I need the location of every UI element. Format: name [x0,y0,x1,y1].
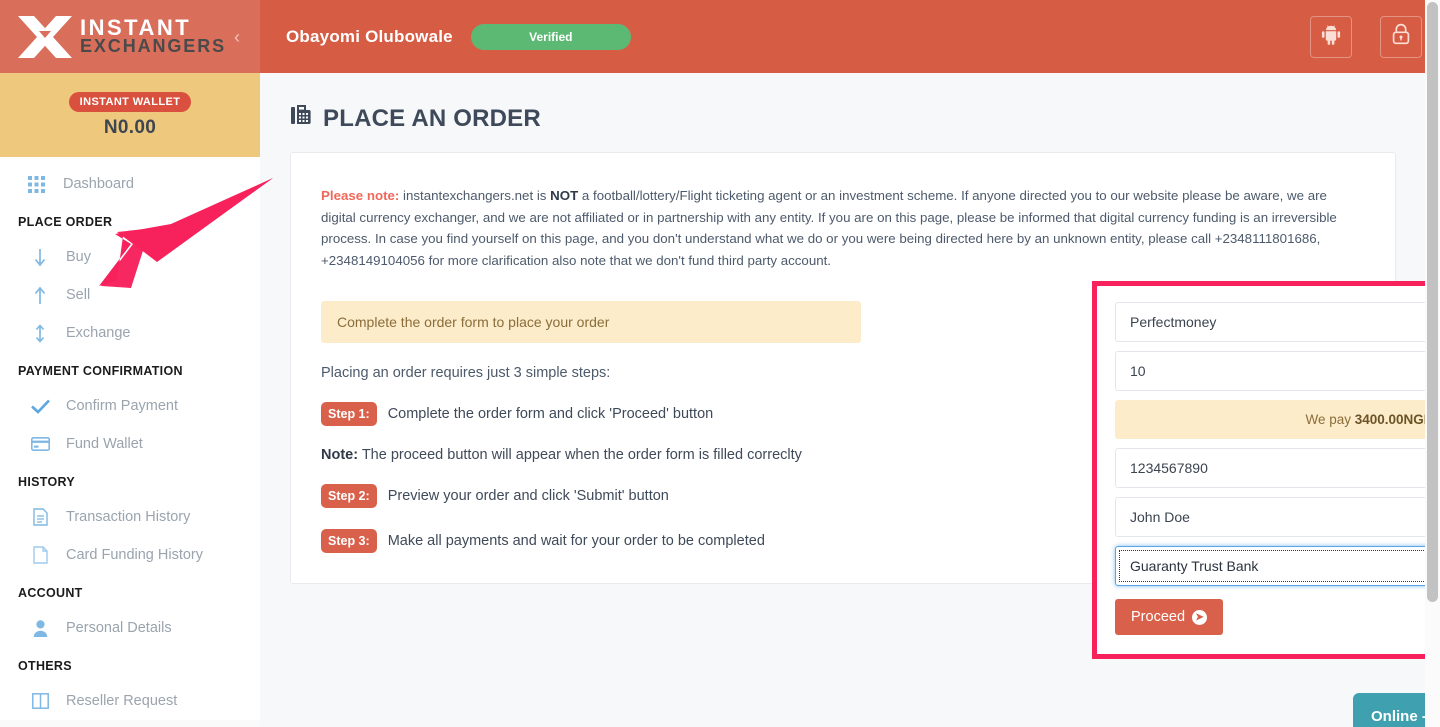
amount-input[interactable] [1115,351,1440,391]
instant-wallet-panel: INSTANT WALLET N0.00 [0,73,260,157]
sidebar-item-label: Exchange [66,325,131,341]
sidebar-item-reseller-request[interactable]: Reseller Request [0,682,260,720]
disclaimer-note: Please note: instantexchangers.net is NO… [321,185,1365,271]
sidebar-item-label: Personal Details [66,620,172,636]
sidebar-item-exchange[interactable]: Exchange [0,314,260,352]
logo[interactable]: INSTANT EXCHANGERS [16,14,228,60]
chevron-left-icon[interactable]: ‹ [228,22,246,52]
sidebar-item-recommendations[interactable]: Recommendations [0,720,260,727]
disclaimer-part1: instantexchangers.net is [399,188,551,203]
sidebar-heading-history: HISTORY [18,475,75,489]
currency-select-wrap: Perfectmoney [1115,302,1440,342]
page-scrollbar[interactable] [1425,0,1440,727]
step-text: Preview your order and click 'Submit' bu… [387,488,669,504]
sidebar-brand: INSTANT EXCHANGERS ‹ [0,0,260,73]
account-number-input[interactable] [1115,448,1440,488]
lock-icon [1392,23,1410,50]
sidebar-item-label: Buy [66,249,91,265]
check-icon [30,396,50,416]
proceed-label: Proceed [1131,609,1186,625]
sidebar-item-label: Transaction History [66,509,191,525]
header-user-name: Obayomi Olubowale [286,26,453,46]
grid-icon [26,174,46,194]
proceed-note-label: Note: [321,447,359,463]
logo-wordmark: INSTANT EXCHANGERS [80,14,227,57]
sidebar-heading-place-order: PLACE ORDER [18,215,113,229]
sidebar-item-fund-wallet[interactable]: Fund Wallet [0,425,260,463]
sidebar-item-personal-details[interactable]: Personal Details [0,609,260,647]
step-chip: Step 1: [321,402,377,426]
sidebar-item-label: Card Funding History [66,547,203,563]
file-lines-icon [30,507,50,527]
logo-x-icon [18,15,72,58]
logout-lock-button[interactable] [1380,15,1422,58]
amount-input-wrap [1115,351,1440,391]
fax-icon [290,103,314,134]
arrow-down-icon [30,247,50,267]
page-title: PLACE AN ORDER [290,95,1396,152]
sidebar-heading-account: ACCOUNT [18,586,83,600]
main-content: Obayomi Olubowale Verified PLACE AN ORDE… [260,0,1440,727]
amount-row: USD [1115,351,1440,391]
order-form-alert: Complete the order form to place your or… [321,301,861,343]
wallet-badge: INSTANT WALLET [68,91,192,112]
currency-select[interactable]: Perfectmoney [1115,302,1440,342]
proceed-button[interactable]: Proceed ➤ [1115,599,1224,635]
page-title-text: PLACE AN ORDER [323,104,541,132]
wallet-balance: N0.00 [103,116,157,138]
android-icon [1321,24,1341,50]
bank-select[interactable]: Guaranty Trust Bank [1115,546,1440,586]
scrollbar-thumb[interactable] [1427,2,1438,602]
sidebar: INSTANT EXCHANGERS ‹ INSTANT WALLET N0.0… [0,0,260,727]
sidebar-item-transaction-history[interactable]: Transaction History [0,498,260,536]
android-app-button[interactable] [1310,15,1352,58]
account-name-input[interactable] [1115,497,1440,537]
sidebar-item-label: Fund Wallet [66,436,143,452]
sidebar-item-card-funding-history[interactable]: Card Funding History [0,536,260,574]
disclaimer-prefix: Please note: [321,188,400,203]
sidebar-item-confirm-payment[interactable]: Confirm Payment [0,387,260,425]
proceed-note-text: The proceed button will appear when the … [358,447,802,463]
columns-icon [30,691,50,711]
sidebar-nav: Dashboard PLACE ORDER Buy Sell Exchange … [0,157,260,727]
sidebar-item-label: Dashboard [63,176,134,192]
sidebar-item-label: Sell [66,287,91,303]
payout-prefix: We pay [1305,412,1355,427]
step-chip: Step 3: [321,529,377,553]
order-form-panel: Perfectmoney USD We pay 3400.00NGN [1092,281,1440,659]
sidebar-item-label: Reseller Request [66,693,178,709]
user-icon [30,618,50,638]
credit-card-icon [30,434,50,454]
arrow-up-icon [30,285,50,305]
arrow-circle-right-icon: ➤ [1192,609,1208,625]
bank-select-value: Guaranty Trust Bank [1119,550,1440,582]
top-header: Obayomi Olubowale Verified [260,0,1440,73]
status-badge-verified: Verified [470,23,631,50]
logo-line-2: EXCHANGERS [80,36,227,57]
step-text: Make all payments and wait for your orde… [387,533,765,549]
app-root: INSTANT EXCHANGERS ‹ INSTANT WALLET N0.0… [0,0,1440,727]
disclaimer-not: NOT [550,188,579,203]
logo-line-1: INSTANT [80,14,192,40]
sidebar-heading-payment-confirmation: PAYMENT CONFIRMATION [18,364,183,378]
arrow-up-down-icon [30,323,50,343]
file-icon [30,545,50,565]
sidebar-item-dashboard[interactable]: Dashboard [0,165,260,203]
sidebar-item-sell[interactable]: Sell [0,276,260,314]
payout-amount: 3400.00NGN [1354,412,1434,427]
sidebar-item-label: Confirm Payment [66,398,179,414]
step-text: Complete the order form and click 'Proce… [387,406,714,422]
sidebar-heading-others: OTHERS [18,659,72,673]
sidebar-item-buy[interactable]: Buy [0,238,260,276]
payout-box: We pay 3400.00NGN [1115,400,1440,439]
step-chip: Step 2: [321,484,377,508]
